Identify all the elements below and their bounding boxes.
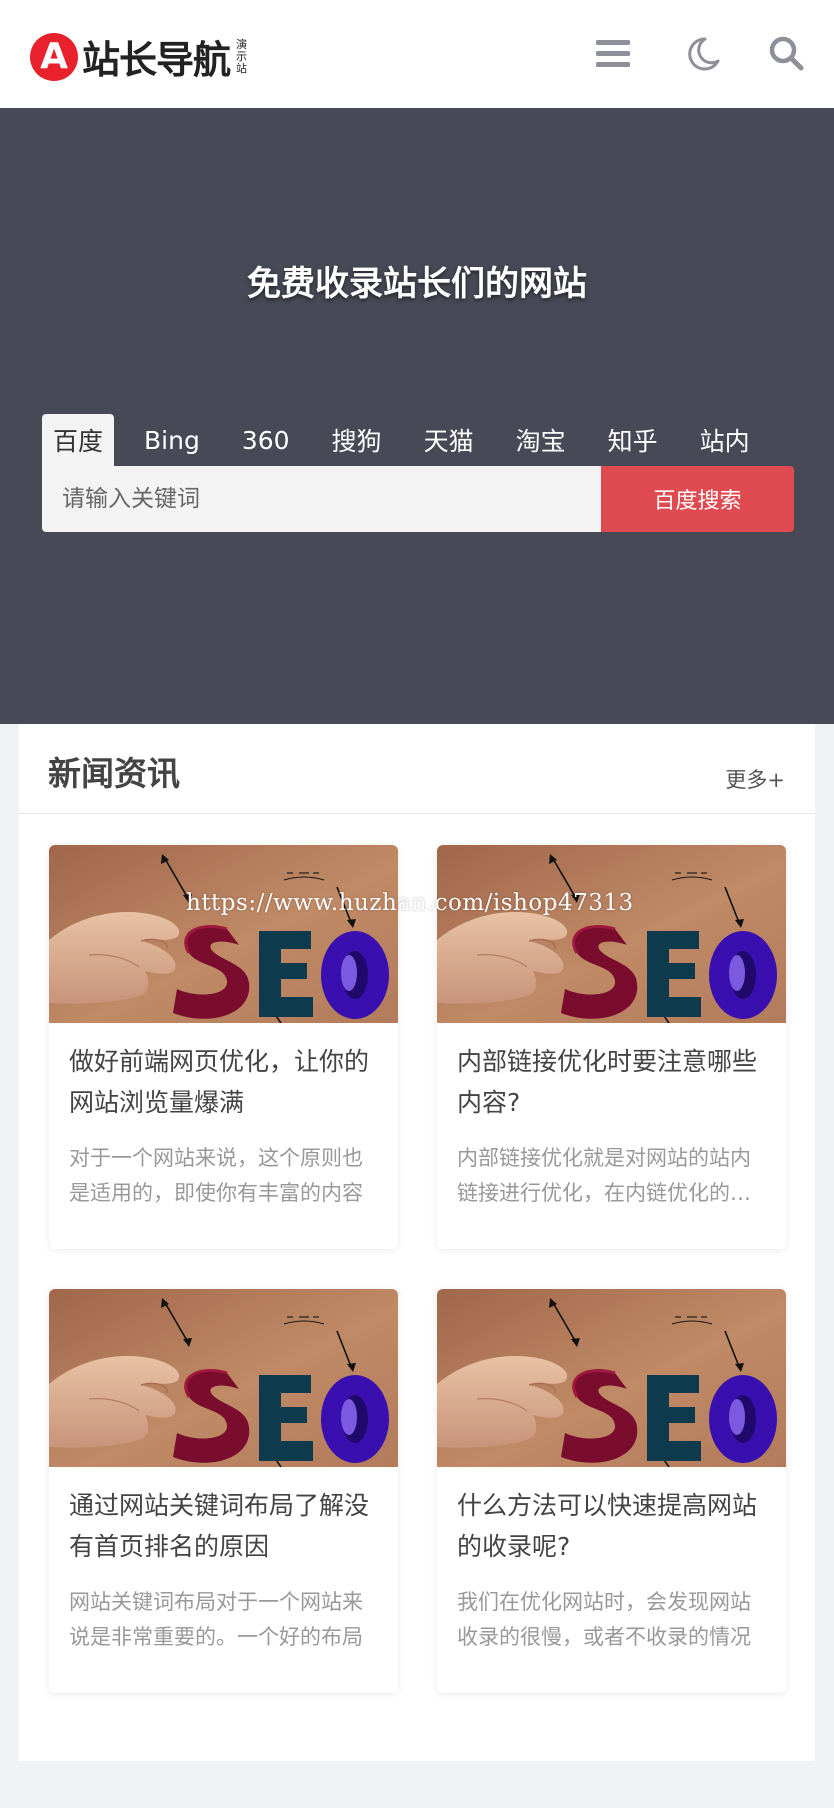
seo-thumbnail <box>437 1289 786 1467</box>
seo-thumbnail <box>49 1289 398 1467</box>
card-title[interactable]: 内部链接优化时要注意哪些内容? <box>457 1041 769 1123</box>
tab-taobao[interactable]: 淘宝 <box>505 414 577 466</box>
tab-zhihu[interactable]: 知乎 <box>597 414 669 466</box>
seo-thumbnail <box>49 845 398 1023</box>
moon-icon[interactable] <box>683 34 723 74</box>
hero-title: 免费收录站长们的网站 <box>247 264 587 304</box>
card-description: 网站关键词布局对于一个网站来说是非常重要的。一个好的布局 <box>69 1590 363 1649</box>
news-card[interactable]: 通过网站关键词布局了解没有首页排名的原因 网站关键词布局对于一个网站来说是非常重… <box>49 1289 398 1693</box>
card-description: 内部链接优化就是对网站的站内链接进行优化，在内链优化的时候 <box>457 1146 751 1205</box>
site-header: A 站长导航 演示站 <box>0 0 834 108</box>
hero-section: 免费收录站长们的网站 百度 Bing 360 搜狗 天猫 淘宝 知乎 站内 百度… <box>0 108 834 724</box>
more-link[interactable]: 更多+ <box>725 764 785 794</box>
tab-bing[interactable]: Bing <box>133 414 211 466</box>
card-description: 我们在优化网站时，会发现网站收录的很慢，或者不收录的情况 <box>457 1590 751 1649</box>
logo-title: 站长导航 <box>82 38 231 82</box>
search-input[interactable] <box>42 466 601 532</box>
search-button[interactable]: 百度搜索 <box>601 466 794 532</box>
news-card[interactable]: 什么方法可以快速提高网站的收录呢? 我们在优化网站时，会发现网站收录的很慢，或者… <box>437 1289 786 1693</box>
news-title: 新闻资讯 <box>48 754 180 793</box>
tab-baidu[interactable]: 百度 <box>42 414 115 466</box>
news-panel: 新闻资讯 更多+ 做好前端网页优化，让你的网站浏览量爆满 对于一个网站来说，这个… <box>19 724 815 1761</box>
search-engine-tabs: 百度 Bing 360 搜狗 天猫 淘宝 知乎 站内 <box>42 414 781 466</box>
tab-tmall[interactable]: 天猫 <box>413 414 485 466</box>
search-bar: 百度搜索 <box>42 466 794 532</box>
card-title[interactable]: 什么方法可以快速提高网站的收录呢? <box>457 1485 769 1567</box>
card-title[interactable]: 做好前端网页优化，让你的网站浏览量爆满 <box>69 1041 381 1123</box>
search-icon[interactable] <box>767 34 807 74</box>
news-panel-header: 新闻资讯 更多+ <box>19 724 815 814</box>
logo-subtitle: 演示站 <box>236 37 248 75</box>
card-title[interactable]: 通过网站关键词布局了解没有首页排名的原因 <box>69 1485 381 1567</box>
tab-site[interactable]: 站内 <box>689 414 761 466</box>
logo-badge: A <box>30 32 78 81</box>
tab-360[interactable]: 360 <box>231 414 301 466</box>
watermark-text: https://www.huzhan.com/ishop47313 <box>186 890 634 916</box>
card-description: 对于一个网站来说，这个原则也是适用的，即使你有丰富的内容 <box>69 1146 363 1205</box>
site-logo[interactable]: A 站长导航 演示站 <box>30 29 248 84</box>
seo-thumbnail <box>437 845 786 1023</box>
tab-sogou[interactable]: 搜狗 <box>321 414 393 466</box>
menu-icon[interactable] <box>594 34 634 74</box>
